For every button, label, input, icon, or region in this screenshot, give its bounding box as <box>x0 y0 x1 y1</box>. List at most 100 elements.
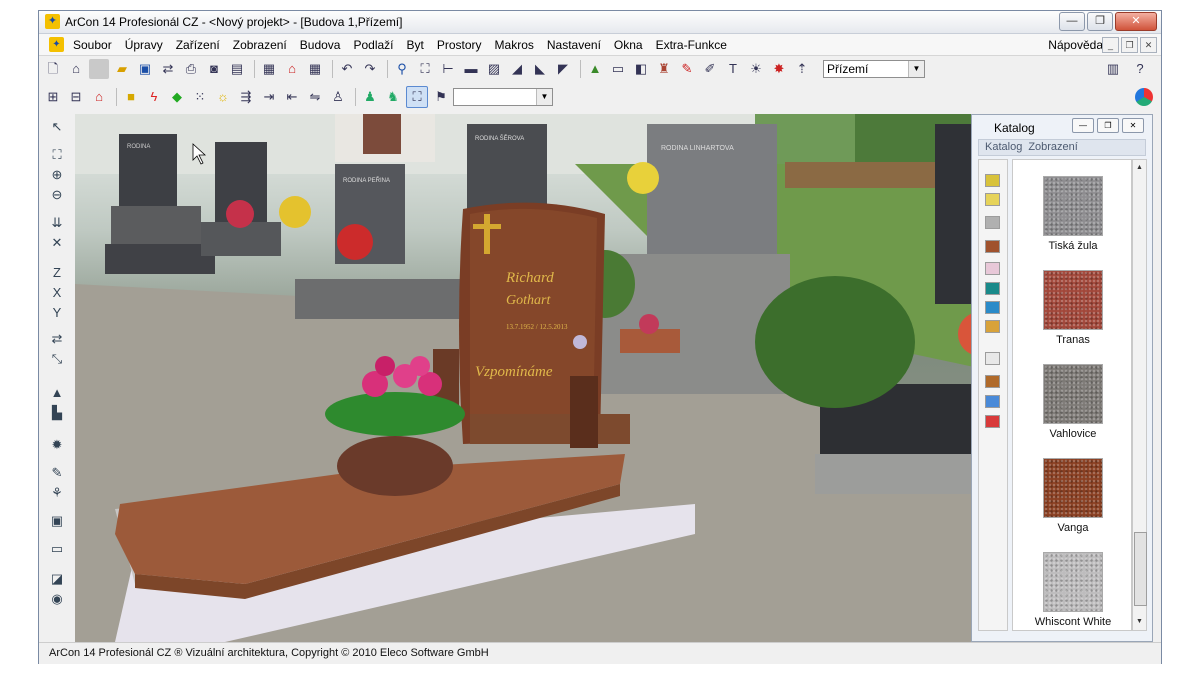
catalog-menu-zobrazeni[interactable]: Zobrazení <box>1028 141 1078 153</box>
dots-icon[interactable]: ⁙ <box>190 87 210 107</box>
stairs-tool-icon[interactable]: ▙ <box>47 404 67 422</box>
scroll-up-icon[interactable]: ▲ <box>1134 162 1145 174</box>
scrollbar-thumb[interactable] <box>1134 532 1147 606</box>
3d-viewport[interactable]: RODINA RODINA PEŘINA RODINA ŠĚROVA RODIN… <box>75 114 1007 642</box>
catalog-minimize-button[interactable]: — <box>1072 118 1094 133</box>
terrain-icon[interactable]: ▲ <box>585 59 605 79</box>
category-wall-icon[interactable] <box>985 174 1000 187</box>
close-button[interactable]: ✕ <box>1115 12 1157 31</box>
text-tool-icon[interactable]: T <box>723 59 743 79</box>
material-swatch[interactable] <box>1043 364 1103 424</box>
chevron-down-icon[interactable]: ▼ <box>908 61 924 77</box>
category-red-icon[interactable] <box>985 415 1000 428</box>
material-swatch[interactable] <box>1043 270 1103 330</box>
fly-icon[interactable]: ♞ <box>383 87 403 107</box>
render-icon[interactable]: ⚑ <box>431 87 451 107</box>
cube-icon[interactable]: ■ <box>121 87 141 107</box>
redo-icon[interactable]: ↷ <box>360 59 380 79</box>
people-icon[interactable]: ♟ <box>360 87 380 107</box>
menu-item-5[interactable]: Podlaží <box>353 38 393 52</box>
category-tile-icon[interactable] <box>985 193 1000 206</box>
minimize-button[interactable]: — <box>1059 12 1085 31</box>
grid-view-icon[interactable]: ▦ <box>305 59 325 79</box>
catalog-restore-button[interactable]: ❐ <box>1097 118 1119 133</box>
pyramid-icon[interactable]: ▲ <box>47 384 67 402</box>
category-wood-icon[interactable] <box>985 375 1000 388</box>
image-tool-icon[interactable]: ▣ <box>47 512 67 530</box>
x-tool-icon[interactable]: X <box>47 284 67 302</box>
menu-item-4[interactable]: Budova <box>300 38 341 52</box>
hatch-icon[interactable]: ▨ <box>484 59 504 79</box>
select-frame-icon[interactable]: ⛶ <box>406 86 428 108</box>
menu-item-0[interactable]: Soubor <box>73 38 112 52</box>
view-select[interactable]: ▼ <box>453 88 553 106</box>
menu-item-2[interactable]: Zařízení <box>176 38 220 52</box>
mdi-restore-button[interactable]: ❐ <box>1121 37 1138 53</box>
brush-icon[interactable]: ✐ <box>700 59 720 79</box>
chevron-down-icon[interactable]: ▼ <box>536 89 552 105</box>
material-swatch[interactable] <box>1043 176 1103 236</box>
catalog-menu-katalog[interactable]: Katalog <box>985 141 1022 153</box>
material-icon[interactable]: ◧ <box>631 59 651 79</box>
stamp-icon[interactable]: ⚘ <box>47 484 67 502</box>
z-tool-icon[interactable]: Z <box>47 264 67 282</box>
fit-icon[interactable]: ⛶ <box>47 146 67 164</box>
house-frame-icon[interactable]: ⌂ <box>89 87 109 107</box>
open-folder-icon[interactable]: ▰ <box>112 59 132 79</box>
menu-help[interactable]: Nápověda <box>1048 38 1103 52</box>
design-mode-icon[interactable]: ⌂ <box>282 59 302 79</box>
mirror-icon[interactable]: ⇋ <box>305 87 325 107</box>
category-water-icon[interactable] <box>985 301 1000 314</box>
mdi-minimize-button[interactable]: _ <box>1102 37 1119 53</box>
category-door-icon[interactable] <box>985 240 1000 253</box>
lift-icon[interactable]: ⇡ <box>792 59 812 79</box>
light-icon[interactable]: ☀ <box>746 59 766 79</box>
label-tool-icon[interactable]: ▭ <box>47 540 67 558</box>
zoom-out-icon[interactable]: ⊖ <box>47 186 67 204</box>
slab-icon[interactable]: ▭ <box>608 59 628 79</box>
measure-icon[interactable]: ⊢ <box>438 59 458 79</box>
menu-item-6[interactable]: Byt <box>407 38 424 52</box>
mdi-close-button[interactable]: ✕ <box>1140 37 1157 53</box>
category-sphere-icon[interactable] <box>985 320 1000 333</box>
zoom-in-icon[interactable]: ⊕ <box>47 166 67 184</box>
person-icon[interactable]: ♜ <box>654 59 674 79</box>
category-window-icon[interactable] <box>985 395 1000 408</box>
menu-item-3[interactable]: Zobrazení <box>233 38 287 52</box>
sun-icon[interactable]: ☼ <box>213 87 233 107</box>
cross-icon[interactable]: ✕ <box>47 234 67 252</box>
print-icon[interactable]: ⎙ <box>181 59 201 79</box>
arrows-icon[interactable]: ⇶ <box>236 87 256 107</box>
scroll-down-icon[interactable]: ▼ <box>1134 616 1145 628</box>
spark-tool-icon[interactable]: ✹ <box>47 436 67 454</box>
move-icon[interactable]: ⇄ <box>47 330 67 348</box>
menu-item-1[interactable]: Úpravy <box>125 38 163 52</box>
menu-item-9[interactable]: Nastavení <box>547 38 601 52</box>
stairs-icon[interactable]: ◢ <box>507 59 527 79</box>
paint-icon[interactable]: ✎ <box>677 59 697 79</box>
material-swatch[interactable] <box>1043 458 1103 518</box>
document-menu-icon[interactable]: ✦ <box>49 37 64 52</box>
globe-icon[interactable] <box>1135 88 1153 106</box>
plan-view-icon[interactable]: ▦ <box>259 59 279 79</box>
y-tool-icon[interactable]: Y <box>47 304 67 322</box>
lightning-icon[interactable]: ϟ <box>144 87 164 107</box>
menu-item-10[interactable]: Okna <box>614 38 643 52</box>
dimension-icon[interactable]: ⊞ <box>43 87 63 107</box>
roof-icon[interactable]: ◣ <box>530 59 550 79</box>
scale-icon[interactable]: ⤡ <box>47 350 67 368</box>
zoom-frame-icon[interactable]: ⛶ <box>415 59 435 79</box>
maximize-button[interactable]: ❐ <box>1087 12 1113 31</box>
menu-item-8[interactable]: Makros <box>495 38 534 52</box>
walk-icon[interactable]: ♙ <box>328 87 348 107</box>
help-pointer-icon[interactable]: ? <box>1130 59 1150 79</box>
house-icon[interactable]: ⌂ <box>66 59 86 79</box>
floor-select[interactable]: Přízemí ▼ <box>823 60 925 78</box>
category-label-icon[interactable] <box>985 352 1000 365</box>
screen-icon[interactable]: ▤ <box>227 59 247 79</box>
menu-item-7[interactable]: Prostory <box>437 38 482 52</box>
category-teal-icon[interactable] <box>985 282 1000 295</box>
wall-draw-icon[interactable]: ⇊ <box>47 214 67 232</box>
bucket-icon[interactable]: ◉ <box>47 590 67 608</box>
distribute-icon[interactable]: ⇤ <box>282 87 302 107</box>
